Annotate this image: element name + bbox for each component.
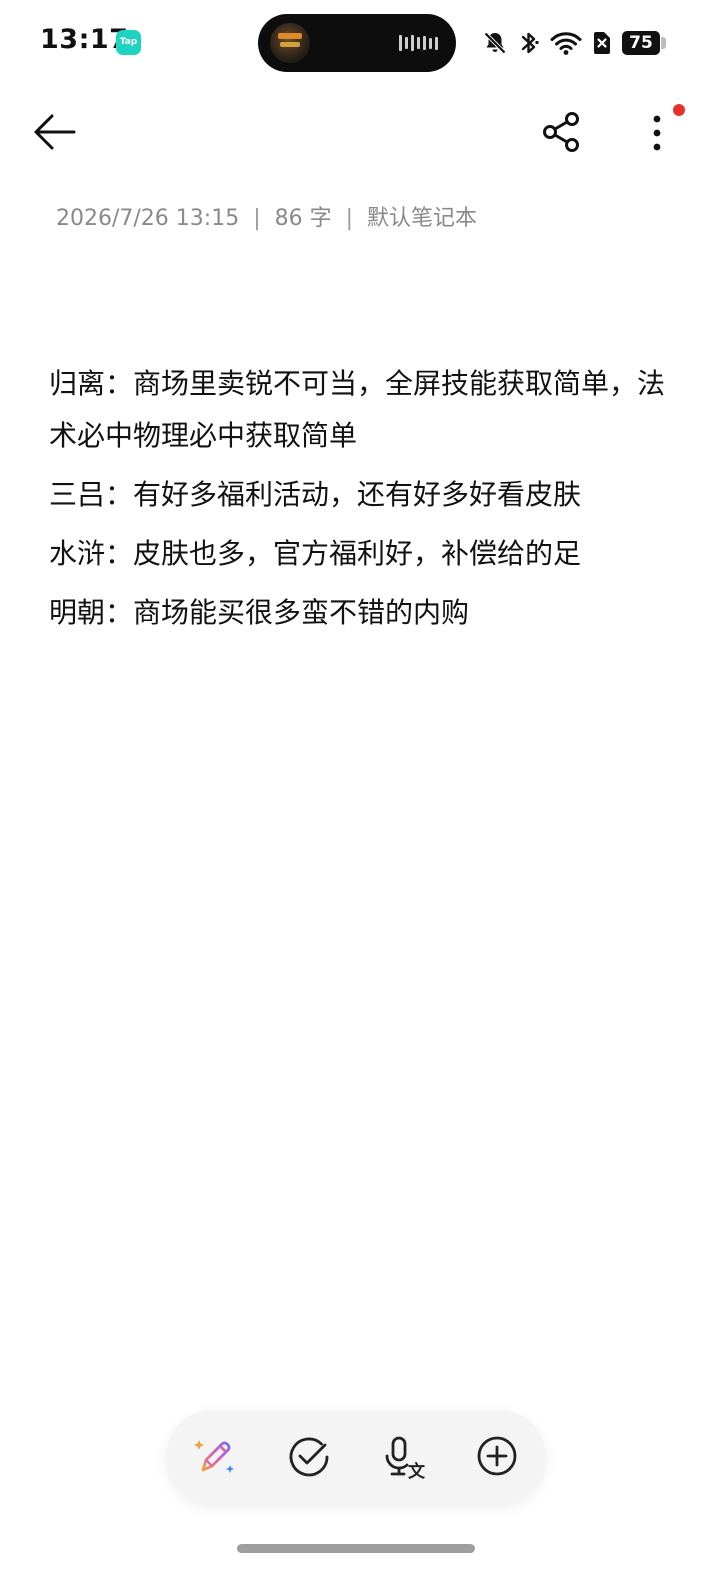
battery-level: 75 [622,31,660,55]
note-datetime: 2026/7/26 13:15 [56,206,240,231]
dynamic-island[interactable] [258,14,456,72]
media-thumbnail [270,23,310,63]
voice-to-text-button[interactable]: 文 [381,1432,431,1482]
note-paragraph[interactable]: 水浒：皮肤也多，官方福利好，补偿给的足 [49,528,669,580]
checklist-button[interactable] [284,1432,334,1482]
notification-dot [673,104,685,116]
tap-app-icon: Tap [116,30,141,55]
share-icon [543,112,579,152]
sim-off-icon [594,32,610,54]
audio-wave-icon [399,34,438,52]
editor-bottom-bar: 文 [166,1410,546,1504]
wifi-icon [550,32,582,55]
share-button[interactable] [536,106,588,158]
note-toolbar [0,96,720,168]
note-content[interactable]: 归离：商场里卖锐不可当，全屏技能获取简单，法术必中物理必中获取简单 三吕：有好多… [49,358,669,646]
bluetooth-icon [521,32,539,54]
note-paragraph[interactable]: 三吕：有好多福利活动，还有好多好看皮肤 [49,469,669,521]
note-paragraph[interactable]: 明朝：商场能买很多蛮不错的内购 [49,587,669,639]
add-icon [477,1436,517,1476]
note-detail-screen: 13:17 Tap 75 2026/7/26 13:15 | 86 字 | 默认… [0,0,720,1584]
note-meta: 2026/7/26 13:15 | 86 字 | 默认笔记本 [56,200,477,232]
notebook-name[interactable]: 默认笔记本 [367,206,477,231]
arrow-left-icon [34,114,76,150]
note-word-count: 86 字 [274,206,332,231]
svg-text:文: 文 [408,1461,426,1482]
meta-divider: | [253,206,261,231]
back-button[interactable] [26,106,82,158]
home-indicator[interactable] [237,1544,475,1553]
checklist-icon [289,1437,329,1477]
ai-write-button[interactable] [190,1432,240,1482]
voice-to-text-icon: 文 [385,1436,426,1482]
insert-button[interactable] [473,1432,523,1482]
status-icons: 75 [482,28,666,58]
meta-divider: | [345,206,354,231]
status-bar: 13:17 Tap 75 [0,0,720,86]
ai-write-icon [194,1440,234,1473]
bell-off-icon [483,31,507,55]
note-paragraph[interactable]: 归离：商场里卖锐不可当，全屏技能获取简单，法术必中物理必中获取简单 [49,358,669,462]
battery-icon: 75 [622,31,666,55]
